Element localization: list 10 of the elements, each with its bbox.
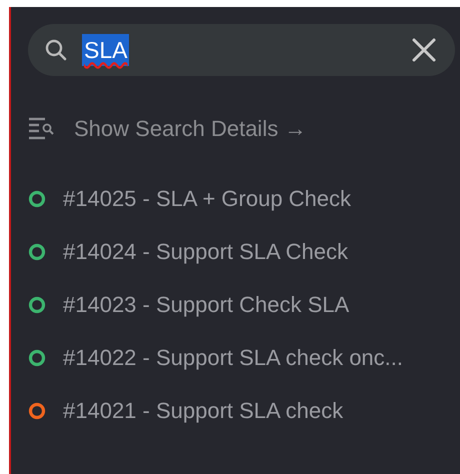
result-item[interactable]: #14024 - Support SLA Check [28,239,455,265]
search-bar[interactable]: SLA [28,24,455,76]
clear-button[interactable] [411,37,437,63]
result-item[interactable]: #14022 - Support SLA check onc... [28,345,455,371]
result-item[interactable]: #14023 - Support Check SLA [28,292,455,318]
result-item[interactable]: #14025 - SLA + Group Check [28,186,455,212]
result-item[interactable]: #14021 - Support SLA check [28,398,455,424]
show-search-details-link[interactable]: Show Search Details → [28,116,455,142]
search-icon [44,38,68,62]
search-input[interactable]: SLA [82,36,397,64]
